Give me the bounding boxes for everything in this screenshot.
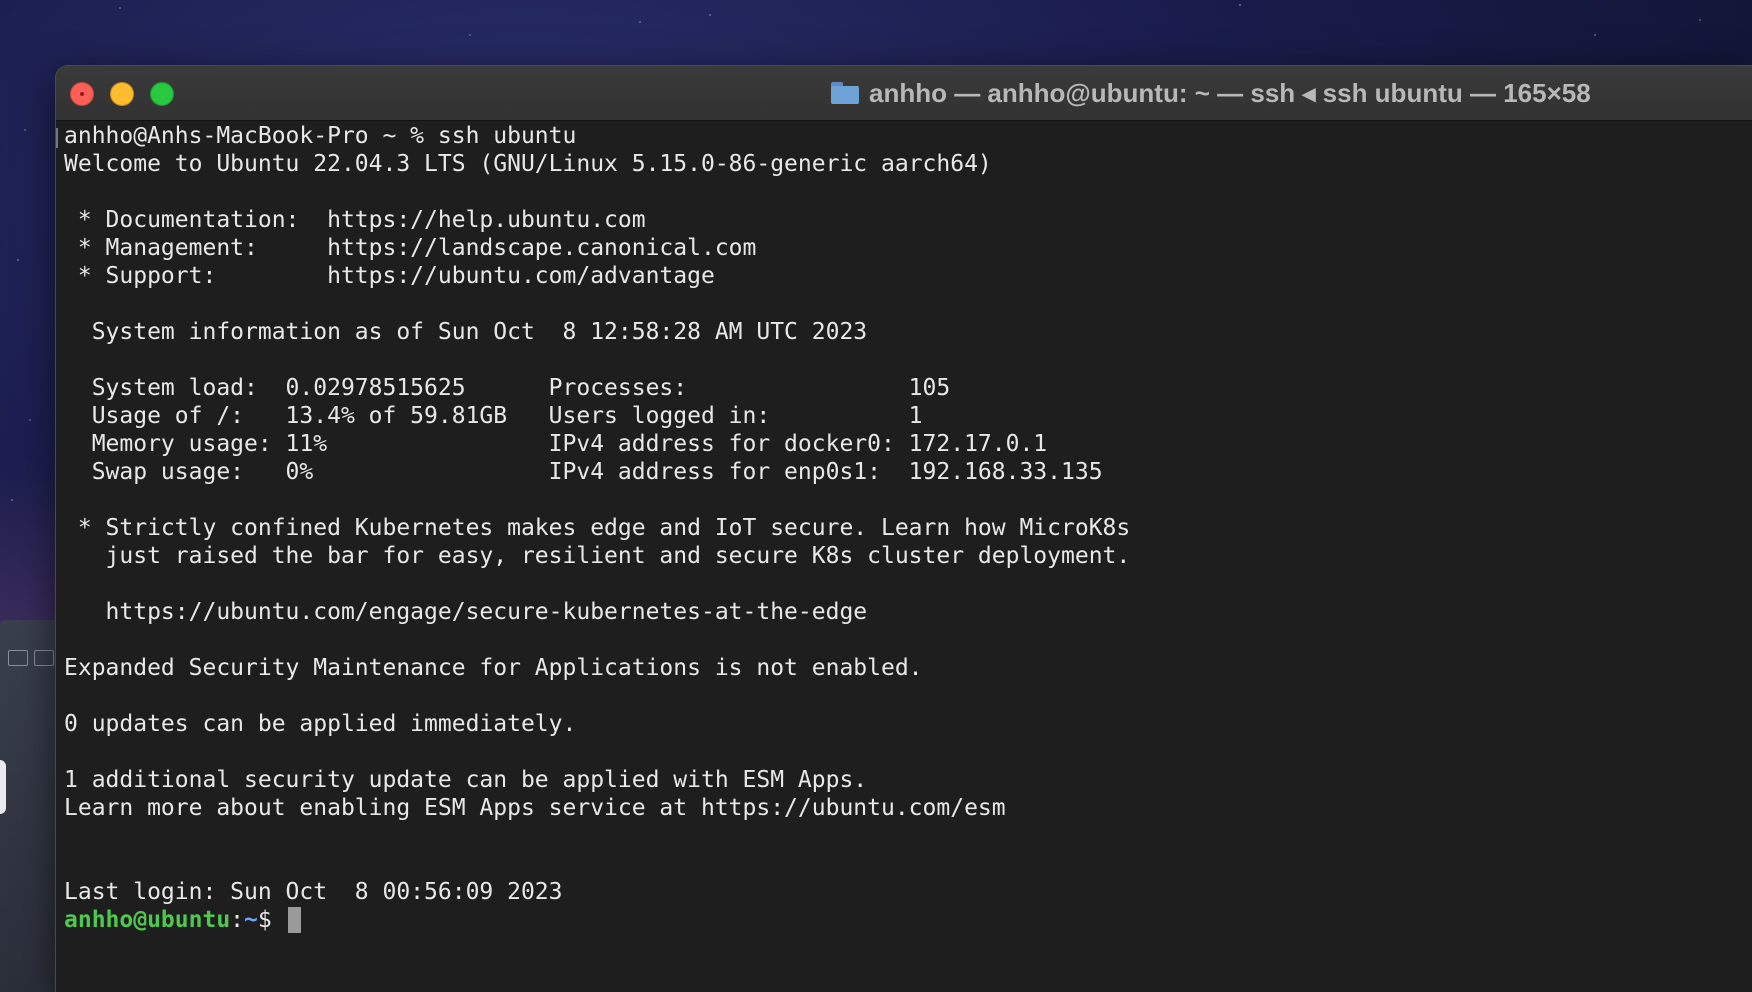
prompt-separator: : xyxy=(230,907,245,933)
scroll-marker xyxy=(56,128,58,148)
prompt-symbol: $ xyxy=(257,907,286,933)
terminal-line: * Management: https://landscape.canonica… xyxy=(64,235,757,261)
prompt-path: ~ xyxy=(244,907,258,933)
window-thumbnail-icon xyxy=(8,650,28,666)
terminal-line: * Support: https://ubuntu.com/advantage xyxy=(64,263,715,289)
prompt-line[interactable]: anhho@ubuntu:~$ xyxy=(64,906,1752,934)
terminal-line: * Documentation: https://help.ubuntu.com xyxy=(64,207,646,233)
minimize-button[interactable] xyxy=(110,82,134,106)
terminal-line: Learn more about enabling ESM Apps servi… xyxy=(64,795,1006,821)
dock-edge-handle[interactable] xyxy=(0,760,6,814)
terminal-line: Memory usage: 11% IPv4 address for docke… xyxy=(64,431,1048,457)
background-window[interactable] xyxy=(0,620,56,992)
terminal-line: Last login: Sun Oct 8 00:56:09 2023 xyxy=(64,879,563,905)
window-thumbnail-icon xyxy=(34,650,54,666)
terminal-line: Swap usage: 0% IPv4 address for enp0s1: … xyxy=(64,459,1103,485)
terminal-line: System information as of Sun Oct 8 12:58… xyxy=(64,319,868,345)
terminal-line: System load: 0.02978515625 Processes: 10… xyxy=(64,375,951,401)
terminal-line: just raised the bar for easy, resilient … xyxy=(64,543,1131,569)
text-cursor xyxy=(287,907,301,933)
maximize-button[interactable] xyxy=(150,82,174,106)
terminal-line: Expanded Security Maintenance for Applic… xyxy=(64,655,923,681)
terminal-line: Usage of /: 13.4% of 59.81GB Users logge… xyxy=(64,403,923,429)
terminal-line: 0 updates can be applied immediately. xyxy=(64,711,577,737)
window-titlebar[interactable]: anhho — anhho@ubuntu: ~ — ssh ◂ ssh ubun… xyxy=(56,66,1752,121)
terminal-line: anhho@Anhs-MacBook-Pro ~ % ssh ubuntu xyxy=(64,123,577,149)
window-title: anhho — anhho@ubuntu: ~ — ssh ◂ ssh ubun… xyxy=(869,77,1591,108)
terminal-output[interactable]: anhho@Anhs-MacBook-Pro ~ % ssh ubuntu Wel… xyxy=(64,122,1752,992)
terminal-line: 1 additional security update can be appl… xyxy=(64,767,868,793)
terminal-line: Welcome to Ubuntu 22.04.3 LTS (GNU/Linux… xyxy=(64,151,992,177)
terminal-window[interactable]: anhho — anhho@ubuntu: ~ — ssh ◂ ssh ubun… xyxy=(56,66,1752,992)
window-title-group: anhho — anhho@ubuntu: ~ — ssh ◂ ssh ubun… xyxy=(831,66,1591,120)
close-button[interactable] xyxy=(70,82,94,106)
folder-icon xyxy=(831,82,859,104)
terminal-line: * Strictly confined Kubernetes makes edg… xyxy=(64,515,1131,541)
prompt-user-host: anhho@ubuntu xyxy=(64,907,231,933)
terminal-line: https://ubuntu.com/engage/secure-kuberne… xyxy=(64,599,868,625)
